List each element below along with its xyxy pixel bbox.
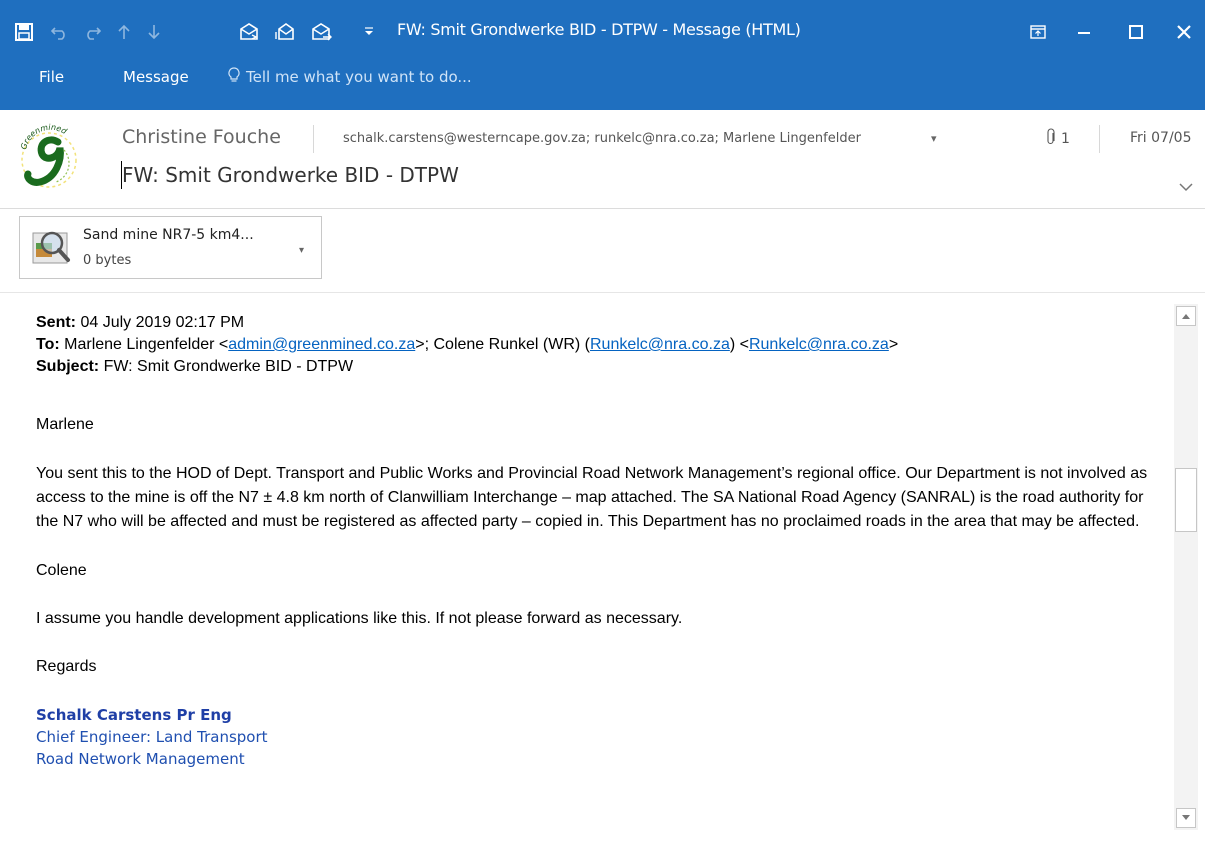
attachment-size: 0 bytes: [83, 253, 132, 268]
greeting: Marlene: [36, 416, 94, 433]
message-date: Fri 07/05: [1130, 130, 1192, 146]
title-bar: FW: Smit Grondwerke BID - DTPW - Message…: [0, 0, 1205, 110]
attachment-name: Sand mine NR7-5 km4...: [83, 227, 254, 243]
subject-line: Subject: FW: Smit Grondwerke BID - DTPW: [36, 358, 354, 375]
minimize-icon[interactable]: [1064, 14, 1104, 50]
tell-me-search[interactable]: Tell me what you want to do...: [228, 67, 472, 87]
body-divider: [0, 292, 1205, 293]
recipients-list[interactable]: schalk.carstens@westerncape.gov.za; runk…: [343, 131, 861, 146]
redo-icon[interactable]: [78, 18, 106, 46]
message-tab[interactable]: Message: [123, 68, 189, 86]
file-tab[interactable]: File: [39, 68, 64, 86]
attachment-card[interactable]: Sand mine NR7-5 km4... 0 bytes ▾: [19, 216, 322, 279]
undo-icon[interactable]: [46, 18, 74, 46]
attachment-count-value: 1: [1061, 131, 1070, 147]
reply-all-icon[interactable]: [270, 18, 300, 46]
scrollbar-thumb[interactable]: [1175, 468, 1197, 532]
attachment-dropdown-icon[interactable]: ▾: [299, 245, 304, 256]
paragraph-2: I assume you handle development applicat…: [36, 610, 683, 627]
reply-icon[interactable]: [234, 18, 264, 46]
header-divider-2: [1099, 125, 1100, 153]
signature-name: Schalk Carstens Pr Eng: [36, 706, 232, 724]
email-link-runkelc-1[interactable]: Runkelc@nra.co.za: [590, 336, 730, 353]
scroll-down-icon[interactable]: [1176, 808, 1196, 828]
lightbulb-icon: [228, 67, 240, 87]
down-arrow-icon[interactable]: [140, 18, 168, 46]
to-line: To: Marlene Lingenfelder <admin@greenmin…: [36, 336, 899, 353]
maximize-icon[interactable]: [1116, 14, 1156, 50]
vertical-scrollbar[interactable]: [1174, 304, 1198, 830]
save-icon[interactable]: [10, 18, 38, 46]
message-subject: FW: Smit Grondwerke BID - DTPW: [122, 163, 459, 187]
customize-qat-icon[interactable]: [360, 18, 378, 46]
image-file-icon: [30, 227, 72, 274]
greeting-2: Colene: [36, 562, 87, 579]
ribbon-display-options-icon[interactable]: [1018, 14, 1058, 50]
forward-icon[interactable]: [306, 18, 336, 46]
signature-department: Road Network Management: [36, 750, 245, 768]
up-arrow-icon[interactable]: [110, 18, 138, 46]
sender-name[interactable]: Christine Fouche: [122, 126, 281, 148]
scroll-up-icon[interactable]: [1176, 306, 1196, 326]
header-divider: [313, 125, 314, 153]
expand-header-icon[interactable]: [1175, 178, 1197, 196]
tell-me-label: Tell me what you want to do...: [246, 68, 472, 86]
paragraph-1: You sent this to the HOD of Dept. Transp…: [36, 465, 1148, 530]
attachment-count: 1: [1046, 128, 1070, 150]
email-link-runkelc-2[interactable]: Runkelc@nra.co.za: [749, 336, 889, 353]
paperclip-icon: [1046, 128, 1056, 150]
sender-avatar[interactable]: Greenmined: [18, 120, 80, 202]
email-link-admin[interactable]: admin@greenmined.co.za: [228, 336, 415, 353]
close-icon[interactable]: [1164, 14, 1204, 50]
signature-title: Chief Engineer: Land Transport: [36, 728, 268, 746]
message-header: [0, 110, 1205, 209]
window-title: FW: Smit Grondwerke BID - DTPW - Message…: [397, 20, 801, 39]
recipients-dropdown-icon[interactable]: ▾: [931, 132, 937, 145]
sent-line: Sent: 04 July 2019 02:17 PM: [36, 314, 245, 331]
message-body: Sent: 04 July 2019 02:17 PM To: Marlene …: [36, 312, 1156, 770]
closing: Regards: [36, 658, 97, 675]
